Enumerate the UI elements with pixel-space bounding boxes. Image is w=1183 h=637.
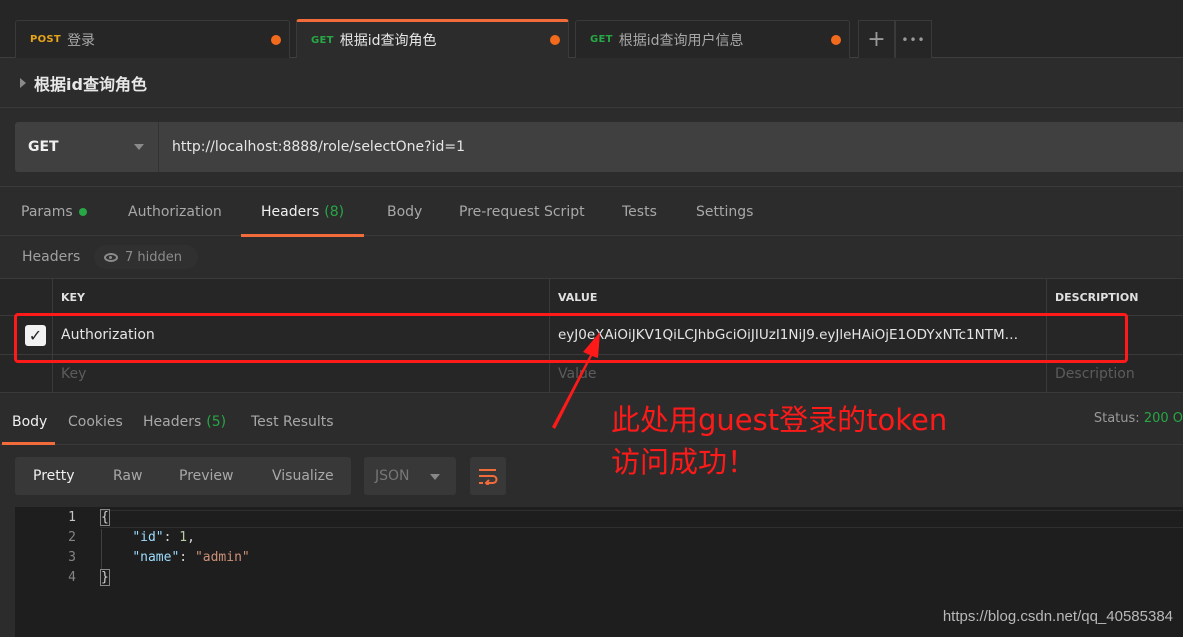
method-select[interactable]: GET [15,122,159,172]
tab-headers[interactable]: Headers (8) [241,187,365,237]
annotation-line-2: 访问成功！ [611,445,757,479]
method-badge: GET [311,34,334,46]
request-tab-bar: POST 登录 GET 根据id查询角色 GET 根据id查询用户信息 + ••… [0,0,1183,58]
request-title-bar: 根据id查询角色 [0,58,1183,108]
wrap-lines-icon [479,469,498,485]
open-brace: { [100,509,110,526]
tab-body[interactable]: Body [387,187,422,236]
unsaved-dot-icon [550,35,560,45]
tab-label: Settings [696,203,754,220]
headers-count: (8) [324,203,345,220]
line-number: 1 [68,510,76,525]
json-number: 1 [179,530,188,545]
json-separator: : [179,550,195,565]
tab-label: 根据id查询角色 [339,33,437,49]
chevron-down-icon [430,474,440,480]
tab-login[interactable]: POST 登录 [15,20,290,58]
tab-settings[interactable]: Settings [696,187,753,236]
plus-icon: + [867,27,886,52]
url-input[interactable] [159,122,1183,172]
language-select[interactable]: JSON [364,457,456,495]
request-title[interactable]: 根据id查询角色 [34,71,147,95]
current-line-highlight [100,510,1183,528]
code-line: } [100,569,110,586]
headers-label: Headers [22,249,81,265]
tab-authorization[interactable]: Authorization [128,187,222,236]
column-header-description: DESCRIPTION [1046,279,1183,315]
language-value: JSON [375,468,410,484]
line-number: 3 [68,550,76,565]
tab-label: Body [12,414,48,430]
code-line: { [100,509,110,526]
tab-label: 登录 [67,32,96,49]
line-number: 2 [68,530,76,545]
tab-label: Authorization [128,203,222,220]
url-bar: GET [15,122,1183,172]
annotation-line-1: 此处用guest登录的token [611,403,948,437]
json-comma: , [187,530,195,545]
params-indicator-icon [78,207,87,216]
method-badge: GET [590,34,613,45]
tab-label: Headers [261,203,320,220]
tab-label: Body [387,203,423,220]
tab-label: Test Results [251,414,334,430]
column-header-key: KEY [52,279,549,315]
code-line: "id": 1, [101,530,195,545]
json-key: "name" [132,550,180,565]
more-tabs-button[interactable]: ••• [895,20,932,58]
json-key: "id" [132,530,164,545]
json-separator: : [163,530,180,545]
method-value: GET [28,139,59,155]
resp-tab-headers[interactable]: Headers (5) [143,400,226,444]
chevron-down-icon [134,144,144,150]
active-tab-underline [2,442,56,445]
column-header-value: VALUE [549,279,1046,315]
view-raw-button[interactable]: Raw [113,457,142,495]
tab-params[interactable]: Params [21,187,87,236]
tab-label: Cookies [68,414,123,430]
resp-tab-cookies[interactable]: Cookies [68,400,123,444]
resp-tab-body[interactable]: Body [2,400,56,445]
response-status: Status: 200 O [1094,411,1183,426]
tab-label: 根据id查询用户信息 [618,32,744,49]
unsaved-dot-icon [271,34,281,45]
hidden-headers-toggle[interactable]: 7 hidden [94,245,198,269]
tab-label: Params [21,203,73,220]
wrap-lines-button[interactable] [470,457,506,495]
eye-icon [104,252,118,262]
new-tab-button[interactable]: + [858,20,895,58]
json-string: "admin" [194,550,250,565]
tab-label: Headers [143,414,202,430]
line-number: 4 [68,570,76,585]
request-tabs: Params Authorization Headers (8) Body Pr… [0,186,1183,237]
more-icon: ••• [901,32,926,47]
view-preview-button[interactable]: Preview [179,457,234,495]
annotation-arrow-icon [552,332,600,429]
tab-label: Pre-request Script [459,203,585,220]
postman-window: POST 登录 GET 根据id查询角色 GET 根据id查询用户信息 + ••… [0,0,1183,637]
tab-query-user[interactable]: GET 根据id查询用户信息 [575,20,850,58]
close-brace: } [100,569,110,586]
unsaved-dot-icon [831,34,841,45]
resp-headers-count: (5) [206,414,227,430]
tab-label: Tests [622,203,657,220]
resp-tab-test-results[interactable]: Test Results [251,400,334,444]
status-label: Status: [1093,411,1140,426]
view-pretty-button[interactable]: Pretty [33,457,75,495]
tab-query-role[interactable]: GET 根据id查询角色 [296,19,569,58]
code-line: "name": "admin" [101,550,250,565]
view-mode-group: Pretty Raw Preview Visualize [15,457,351,495]
watermark: https://blog.csdn.net/qq_40585384 [942,608,1173,625]
view-visualize-button[interactable]: Visualize [272,457,334,495]
status-value: 200 O [1143,411,1183,426]
active-tab-underline [241,234,365,237]
expand-caret-icon[interactable] [20,77,26,88]
tab-tests[interactable]: Tests [622,187,657,236]
method-badge: POST [30,34,62,45]
tab-pre-request-script[interactable]: Pre-request Script [459,187,585,236]
hidden-count: 7 hidden [125,249,182,265]
